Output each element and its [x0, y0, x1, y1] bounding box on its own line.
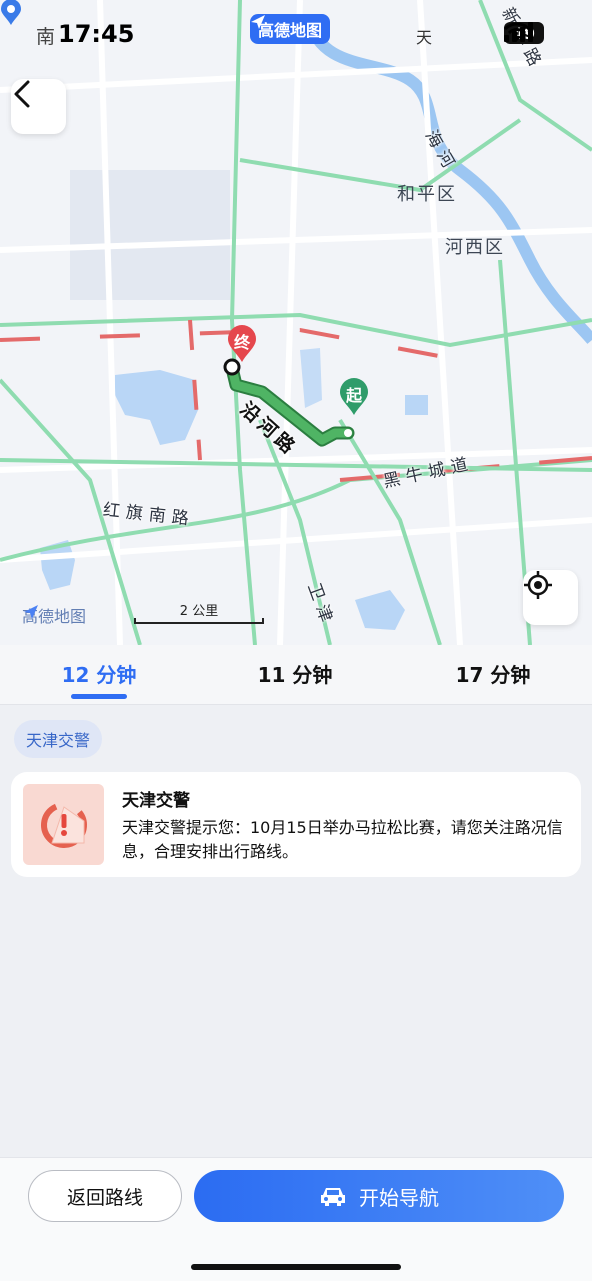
scale-bar [134, 618, 264, 624]
status-right: 49 [504, 22, 544, 44]
notice-title: 天津交警 [122, 791, 190, 811]
status-time: 17:45 [58, 20, 135, 48]
status-bar: 南 17:45 高德地图 天 [0, 0, 592, 70]
warning-icon [40, 801, 87, 848]
scale-text: 2 公里 [179, 604, 219, 619]
station-pin-icon [1, 0, 21, 25]
tab-route-1[interactable]: 12 分钟 [29, 659, 169, 688]
locate-icon [524, 571, 552, 599]
status-prefix: 南 [36, 26, 56, 48]
start-navigation-button[interactable]: 开始导航 [194, 1170, 564, 1222]
map-watermark: 高德地图 [22, 603, 86, 627]
start-pin-label: 起 [345, 386, 362, 405]
status-place: 天 [416, 28, 433, 47]
wifi-icon [504, 22, 530, 41]
back-arrow-icon [14, 80, 30, 108]
notice-source-chip[interactable]: 天津交警 [14, 720, 103, 758]
app-badge[interactable]: 高德地图 [250, 14, 331, 44]
amap-badge-icon [251, 15, 265, 29]
notice-body: 天津交警提示您：10月15日举办马拉松比赛，请您关注路况信息，合理安排出行路线。 [122, 818, 563, 861]
notice-icon-box [23, 784, 104, 865]
tab-active-indicator [71, 694, 127, 699]
map-canvas [0, 0, 592, 645]
home-indicator [191, 1264, 401, 1270]
car-icon [321, 1188, 345, 1206]
map-scale: 2 公里 [134, 600, 264, 624]
tab-route-2[interactable]: 11 分钟 [225, 659, 365, 688]
route-map[interactable]: 和平区 河西区 沿河路 黑牛城道 红旗南路 卫津 海河 新华路 终 起 高德地图… [0, 0, 592, 645]
locate-button[interactable] [523, 570, 578, 625]
route-tabs: 12 分钟 11 分钟 17 分钟 [0, 645, 592, 705]
app-badge-label: 高德地图 [258, 21, 323, 40]
amap-logo-icon [24, 605, 38, 619]
tab-route-3[interactable]: 17 分钟 [423, 659, 563, 688]
bottom-action-bar: 返回路线 开始导航 [0, 1157, 592, 1281]
end-pin[interactable]: 终 [227, 325, 257, 363]
start-pin[interactable]: 起 [339, 378, 369, 416]
end-pin-label: 终 [233, 333, 250, 352]
back-to-route-button[interactable]: 返回路线 [28, 1170, 182, 1222]
back-button[interactable] [11, 79, 66, 134]
district-label-hexi: 河西区 [445, 237, 505, 258]
notice-card[interactable]: 天津交警 天津交警提示您：10月15日举办马拉松比赛，请您关注路况信息，合理安排… [11, 772, 581, 877]
start-navigation-label: 开始导航 [359, 1185, 439, 1210]
district-label-heping: 和平区 [397, 184, 457, 205]
